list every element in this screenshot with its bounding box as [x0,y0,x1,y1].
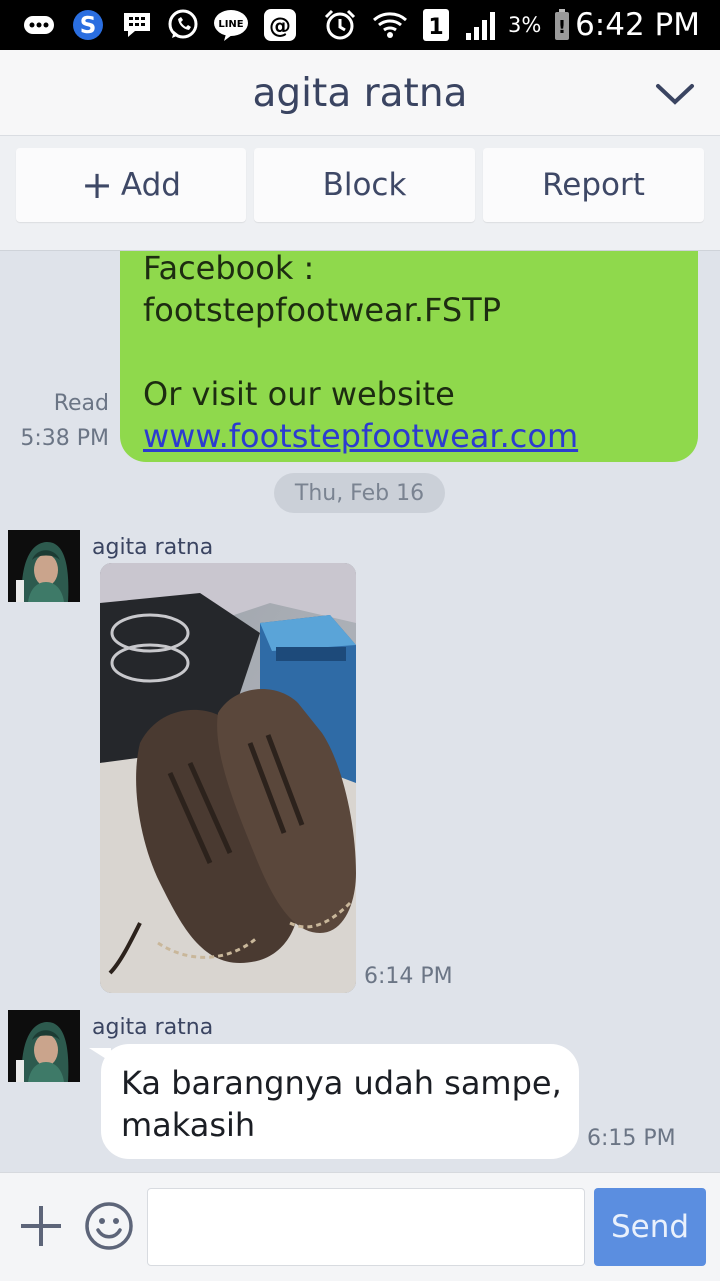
sender-name: agita ratna [92,535,214,560]
avatar[interactable] [8,530,80,602]
plus-icon: + [81,163,113,207]
sent-message-bubble[interactable]: Facebook : footstepfootwear.FSTP Or visi… [120,251,698,462]
chat-area[interactable]: Facebook : footstepfootwear.FSTP Or visi… [0,251,720,1172]
svg-text:@: @ [269,14,291,39]
emoji-icon[interactable] [84,1201,134,1251]
sim-slot-number: 1 [428,15,443,40]
battery-percent: 3% [508,13,542,37]
block-button[interactable]: Block [254,148,475,222]
message-line: Or visit our website [143,375,455,413]
alarm-icon [322,9,358,41]
battery-icon: ! [552,9,572,41]
skype-icon: S [70,9,106,41]
chat-header: agita ratna [0,50,720,136]
sender-name: agita ratna [92,1015,214,1040]
avatar[interactable] [8,1010,80,1082]
bbm-icon [22,9,56,41]
block-label: Block [322,167,407,203]
clock: 6:42 PM [575,7,700,43]
website-link[interactable]: www.footstepfootwear.com [143,417,578,455]
signal-icon [462,9,502,41]
add-friend-button[interactable]: + Add [16,148,246,222]
message-input[interactable] [147,1188,585,1266]
attach-plus-icon[interactable] [18,1203,64,1249]
svg-text:S: S [80,13,97,39]
blackberry-icon [120,9,154,41]
add-label: Add [120,167,181,203]
shoe-photo[interactable] [100,563,356,993]
sim-icon: 1 [421,9,451,41]
status-bar: S LINE @ 1 3% ! 6:42 PM [0,0,720,50]
message-line: footstepfootwear.FSTP [143,291,502,329]
send-button[interactable]: Send [594,1188,706,1266]
report-label: Report [542,167,645,203]
read-receipt: Read [53,391,109,416]
chevron-down-icon[interactable] [652,72,698,116]
line-icon: LINE [212,9,250,41]
message-line: Facebook : [143,251,315,287]
received-message-bubble[interactable]: Ka barangnya udah sampe, makasih [89,1044,579,1159]
at-icon: @ [262,9,298,41]
whatsapp-icon [166,9,200,41]
svg-text:!: ! [558,17,566,38]
message-time: 6:14 PM [364,964,453,989]
message-time: 6:15 PM [587,1126,676,1151]
message-text: Ka barangnya udah sampe, makasih [121,1064,562,1144]
page-title[interactable]: agita ratna [0,50,720,135]
svg-text:LINE: LINE [218,19,243,30]
report-button[interactable]: Report [483,148,704,222]
message-time: 5:38 PM [20,426,109,451]
date-divider: Thu, Feb 16 [274,473,445,513]
action-bar: + Add Block Report [0,136,720,251]
composer-bar: Send [0,1172,720,1281]
wifi-icon [370,9,410,41]
